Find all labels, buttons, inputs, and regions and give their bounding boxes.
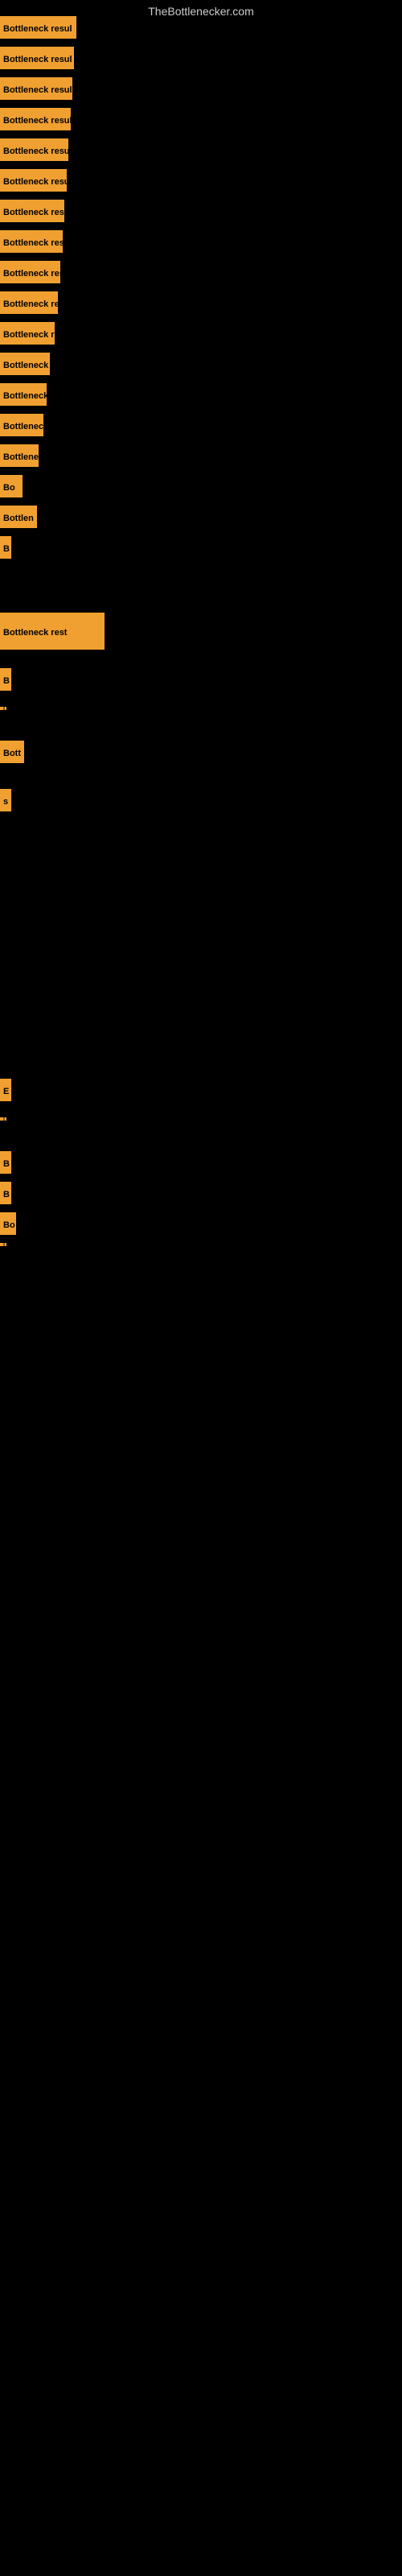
bar-item: Bo xyxy=(0,1212,16,1235)
bar-label: Bottleneck resul xyxy=(0,77,72,100)
bar-item: Bottleneck resul xyxy=(0,261,60,283)
bar-item: | xyxy=(0,1243,6,1246)
bar-label: B xyxy=(0,668,11,691)
bar-item: | xyxy=(0,707,6,710)
bar-item: Bottleneck resul xyxy=(0,108,71,130)
bar-label: Bottlen xyxy=(0,506,37,528)
bar-item: Bottleneck resul xyxy=(0,200,64,222)
bar-label: | xyxy=(0,707,6,710)
bar-label: | xyxy=(0,1117,6,1121)
bar-item: Bottleneck rest xyxy=(0,613,105,650)
bar-label: Bo xyxy=(0,475,23,497)
bar-label: Bottleneck resul xyxy=(0,169,67,192)
bar-item: Bottlen xyxy=(0,506,37,528)
bar-label: Bottleneck r xyxy=(0,353,50,375)
bar-label: Bottleneck rest xyxy=(0,613,105,650)
bar-item: Bottleneck r xyxy=(0,353,50,375)
bar-label: Bottlene xyxy=(0,444,39,467)
bar-item: Bo xyxy=(0,475,23,497)
bar-label: | xyxy=(0,1243,6,1246)
bar-item: Bottleneck res xyxy=(0,322,55,345)
bar-label: B xyxy=(0,1151,11,1174)
bar-label: B xyxy=(0,1182,11,1204)
bar-item: Bottlene xyxy=(0,444,39,467)
bar-item: B xyxy=(0,536,11,559)
bar-label: Bottleneck resul xyxy=(0,230,63,253)
bar-label: Bottleneck resul xyxy=(0,108,71,130)
bar-label: Bottleneck resul xyxy=(0,47,74,69)
bar-item: Bottleneck resul xyxy=(0,47,74,69)
bar-label: Bottleneck resul xyxy=(0,16,76,39)
bar-item: Bottleneck resul xyxy=(0,169,67,192)
bar-item: Bottleneck resul xyxy=(0,16,76,39)
bar-item: Bottleneck resul xyxy=(0,230,63,253)
bar-label: Bott xyxy=(0,741,24,763)
bar-label: Bottleneck resul xyxy=(0,261,60,283)
bar-label: Bottleneck resul xyxy=(0,200,64,222)
bar-item: Bottleneck resul xyxy=(0,77,72,100)
bar-item: | xyxy=(0,1117,6,1121)
bar-item: s xyxy=(0,789,11,811)
bar-label: Bottleneck r xyxy=(0,414,43,436)
bar-label: s xyxy=(0,789,11,811)
bar-label: E xyxy=(0,1079,11,1101)
bar-item: Bott xyxy=(0,741,24,763)
bar-item: Bottleneck resul xyxy=(0,291,58,314)
bar-item: B xyxy=(0,1182,11,1204)
bar-item: Bottleneck r xyxy=(0,383,47,406)
bar-label: Bottleneck r xyxy=(0,383,47,406)
bar-label: B xyxy=(0,536,11,559)
bar-item: Bottleneck r xyxy=(0,414,43,436)
bar-item: Bottleneck resul xyxy=(0,138,68,161)
bar-label: Bo xyxy=(0,1212,16,1235)
bar-label: Bottleneck resul xyxy=(0,291,58,314)
bar-item: B xyxy=(0,668,11,691)
bar-item: B xyxy=(0,1151,11,1174)
bar-label: Bottleneck resul xyxy=(0,138,68,161)
bar-label: Bottleneck res xyxy=(0,322,55,345)
bar-item: E xyxy=(0,1079,11,1101)
